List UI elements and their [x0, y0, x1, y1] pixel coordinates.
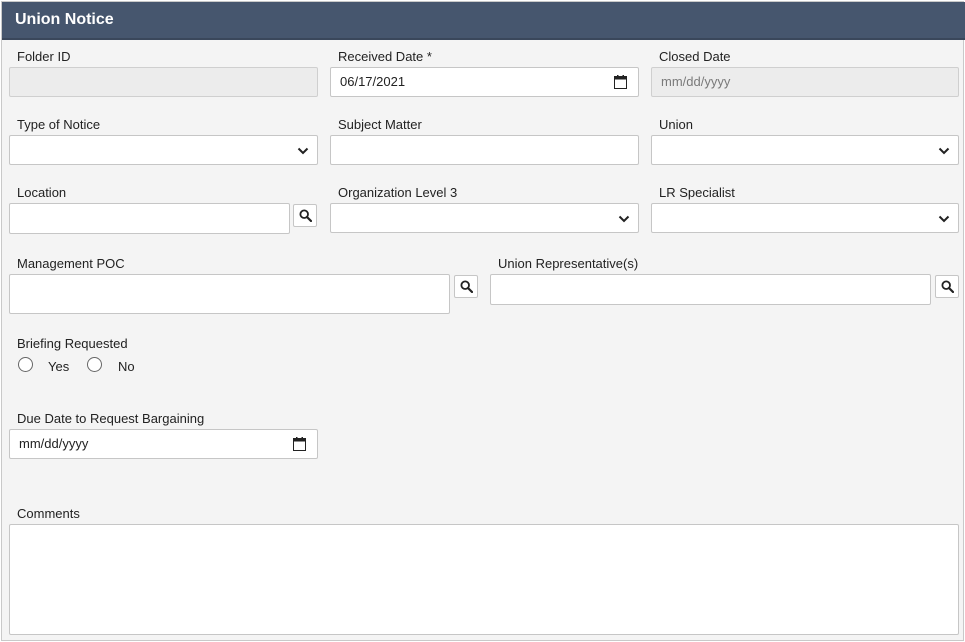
- briefing-requested-label: Briefing Requested: [17, 336, 128, 351]
- union-notice-panel: Union Notice Folder ID Received Date * 0…: [1, 1, 965, 641]
- comments-label: Comments: [17, 506, 80, 521]
- received-date-value: 06/17/2021: [340, 74, 406, 89]
- closed-date-label: Closed Date: [659, 49, 731, 64]
- location-label: Location: [17, 185, 67, 200]
- subject-matter-label: Subject Matter: [338, 117, 422, 132]
- closed-date-field[interactable]: mm/dd/yyyy: [651, 67, 959, 97]
- org-level-3-label: Organization Level 3: [338, 185, 458, 200]
- lr-specialist-select[interactable]: [651, 203, 959, 233]
- location-input[interactable]: [9, 203, 290, 234]
- folder-id-label: Folder ID: [17, 49, 71, 64]
- briefing-no-label: No: [118, 359, 135, 374]
- panel-title: Union Notice: [15, 11, 114, 28]
- management-poc-input[interactable]: [9, 274, 450, 314]
- comments-textarea[interactable]: [9, 524, 959, 635]
- lr-specialist-label: LR Specialist: [659, 185, 735, 200]
- union-select[interactable]: [651, 135, 959, 165]
- calendar-icon[interactable]: [293, 437, 306, 451]
- chevron-down-icon: [297, 147, 309, 155]
- received-date-field[interactable]: 06/17/2021: [330, 67, 639, 97]
- received-date-label: Received Date *: [338, 49, 432, 64]
- due-date-placeholder: mm/dd/yyyy: [19, 436, 89, 451]
- management-poc-label: Management POC: [17, 256, 125, 271]
- search-icon: [460, 280, 473, 293]
- org-level-3-select[interactable]: [330, 203, 639, 233]
- union-reps-search-button[interactable]: [935, 275, 959, 298]
- type-of-notice-label: Type of Notice: [17, 117, 101, 132]
- due-date-label: Due Date to Request Bargaining: [17, 411, 205, 426]
- search-icon: [941, 280, 954, 293]
- chevron-down-icon: [938, 147, 950, 155]
- briefing-no-radio[interactable]: [87, 357, 102, 372]
- union-label: Union: [659, 117, 693, 132]
- subject-matter-input[interactable]: [330, 135, 639, 165]
- briefing-yes-label: Yes: [48, 359, 70, 374]
- folder-id-field[interactable]: [9, 67, 318, 97]
- chevron-down-icon: [938, 215, 950, 223]
- type-of-notice-select[interactable]: [9, 135, 318, 165]
- search-icon: [299, 209, 312, 222]
- calendar-icon[interactable]: [614, 75, 627, 89]
- union-reps-label: Union Representative(s): [498, 256, 639, 271]
- panel-header: Union Notice: [2, 2, 965, 40]
- location-search-button[interactable]: [293, 204, 317, 227]
- chevron-down-icon: [618, 215, 630, 223]
- union-reps-input[interactable]: [490, 274, 931, 305]
- briefing-yes-radio[interactable]: [18, 357, 33, 372]
- closed-date-placeholder: mm/dd/yyyy: [661, 74, 731, 89]
- management-poc-search-button[interactable]: [454, 275, 478, 298]
- due-date-field[interactable]: mm/dd/yyyy: [9, 429, 318, 459]
